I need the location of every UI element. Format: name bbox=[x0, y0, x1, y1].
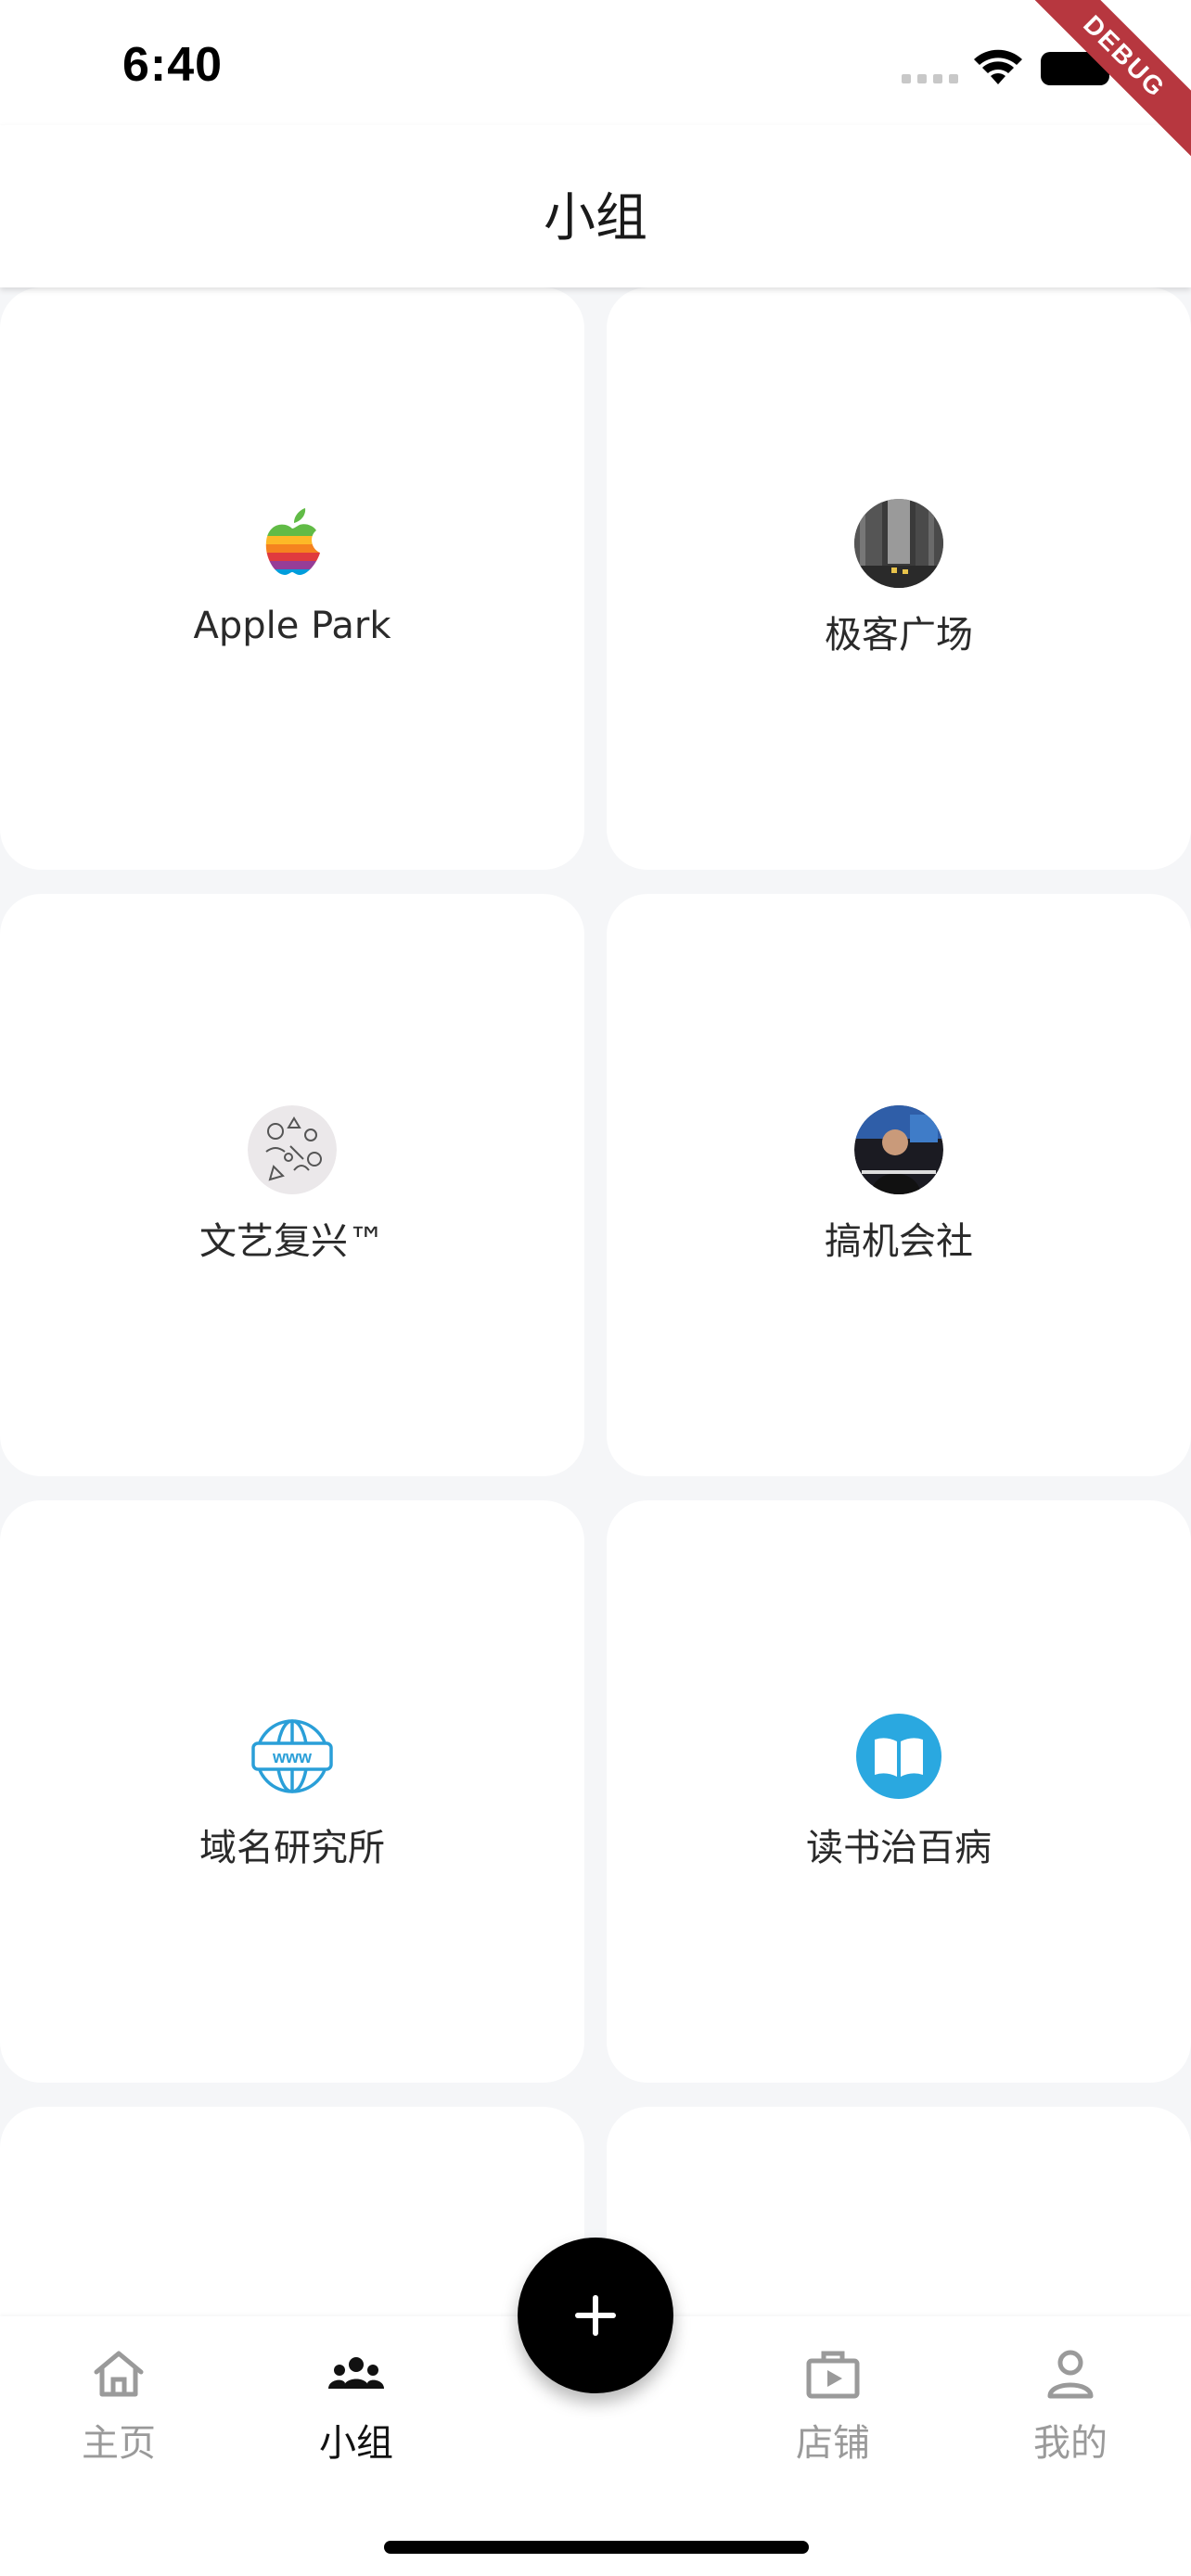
cellular-signal-icon bbox=[902, 74, 959, 85]
group-name: 文艺复兴™ bbox=[199, 1220, 385, 1263]
nav-item-store[interactable]: 店铺 bbox=[749, 2344, 916, 2467]
apple-logo-icon bbox=[248, 499, 337, 588]
create-group-button[interactable] bbox=[518, 2238, 673, 2393]
doodle-avatar bbox=[248, 1105, 337, 1194]
group-card-geek-square[interactable]: 极客广场 bbox=[607, 287, 1191, 870]
nav-label-home: 主页 bbox=[82, 2422, 156, 2465]
group-name: Apple Park bbox=[193, 605, 391, 647]
www-globe-icon: www bbox=[248, 1712, 337, 1801]
profile-icon bbox=[1047, 2350, 1094, 2399]
group-card-apple-park[interactable]: Apple Park bbox=[0, 287, 584, 870]
nav-item-home[interactable]: 主页 bbox=[35, 2344, 202, 2467]
wifi-icon bbox=[974, 49, 1022, 84]
nav-label-profile: 我的 bbox=[1033, 2422, 1108, 2465]
group-icon bbox=[328, 2357, 384, 2389]
status-bar: 6:40 bbox=[0, 0, 1191, 125]
nav-label-groups: 小组 bbox=[319, 2422, 393, 2465]
nav-item-groups[interactable]: 小组 bbox=[273, 2344, 440, 2467]
group-card-gadget-club[interactable]: 搞机会社 bbox=[607, 894, 1191, 1476]
group-card[interactable] bbox=[0, 2107, 584, 2316]
nav-label-store: 店铺 bbox=[796, 2422, 870, 2465]
status-time: 6:40 bbox=[122, 38, 224, 92]
group-card-reading-cures[interactable]: 读书治百病 bbox=[607, 1500, 1191, 2083]
store-icon bbox=[806, 2351, 860, 2399]
app-bar: 小组 bbox=[0, 125, 1191, 287]
person-photo-avatar bbox=[854, 1105, 943, 1194]
plus-icon bbox=[575, 2295, 616, 2336]
home-indicator[interactable] bbox=[384, 2541, 809, 2554]
nav-item-profile[interactable]: 我的 bbox=[987, 2344, 1154, 2467]
city-street-avatar bbox=[854, 499, 943, 588]
group-card-renaissance[interactable]: 文艺复兴™ bbox=[0, 894, 584, 1476]
group-card[interactable] bbox=[607, 2107, 1191, 2316]
group-name: 极客广场 bbox=[825, 614, 973, 657]
home-icon bbox=[94, 2351, 144, 2397]
group-name: 搞机会社 bbox=[825, 1220, 973, 1263]
page-title: 小组 bbox=[544, 188, 647, 249]
open-book-icon bbox=[854, 1712, 943, 1801]
group-name: 读书治百病 bbox=[806, 1827, 992, 1869]
svg-text:www: www bbox=[272, 1748, 313, 1766]
group-card-domain-institute[interactable]: www 域名研究所 bbox=[0, 1500, 584, 2083]
group-grid: Apple Park 极客广场 文艺复兴™ 搞机会社 www 域名研究所 读书治… bbox=[0, 287, 1191, 2316]
group-name: 域名研究所 bbox=[199, 1827, 385, 1869]
